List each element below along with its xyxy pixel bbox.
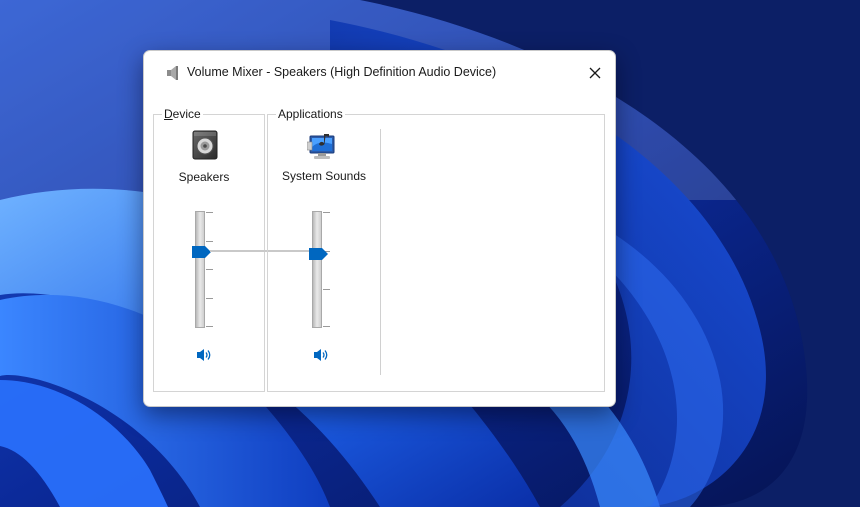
slider-tick xyxy=(323,212,330,213)
close-icon xyxy=(589,67,601,79)
application-separator xyxy=(380,129,381,375)
speaker-volume-icon xyxy=(197,349,211,361)
applications-group-legend: Applications xyxy=(276,107,345,121)
slider-tick xyxy=(206,241,213,242)
device-group-legend: Device xyxy=(162,107,203,121)
slider-tick xyxy=(206,212,213,213)
device-legend-rest: evice xyxy=(172,107,201,121)
title-bar[interactable]: Volume Mixer - Speakers (High Definition… xyxy=(144,51,615,95)
slider-thumb[interactable] xyxy=(309,248,329,260)
applications-group: Applications System Sounds xyxy=(267,107,605,392)
speakers-label: Speakers xyxy=(178,170,230,184)
slider-tick xyxy=(206,298,213,299)
system-sounds-icon[interactable] xyxy=(307,132,339,162)
slider-tick xyxy=(206,326,213,327)
speakers-volume-slider[interactable] xyxy=(192,211,222,331)
device-legend-accesskey: D xyxy=(164,107,173,121)
slider-tick xyxy=(323,289,330,290)
slider-tick xyxy=(206,269,213,270)
volume-mixer-window: Volume Mixer - Speakers (High Definition… xyxy=(143,50,616,407)
device-group: Device Speakers xyxy=(153,107,265,392)
close-button[interactable] xyxy=(581,59,609,87)
slider-thumb[interactable] xyxy=(192,246,212,258)
system-sounds-volume-slider[interactable] xyxy=(309,211,339,331)
slider-track xyxy=(195,211,205,328)
slider-track xyxy=(312,211,322,328)
speakers-mute-button[interactable] xyxy=(196,347,214,363)
slider-tick xyxy=(323,326,330,327)
speaker-device-icon[interactable] xyxy=(192,130,218,160)
speaker-volume-icon xyxy=(314,349,328,361)
window-title: Volume Mixer - Speakers (High Definition… xyxy=(187,65,497,79)
system-sounds-label: System Sounds xyxy=(281,169,367,183)
system-sounds-mute-button[interactable] xyxy=(313,347,331,363)
speaker-icon xyxy=(167,66,178,80)
